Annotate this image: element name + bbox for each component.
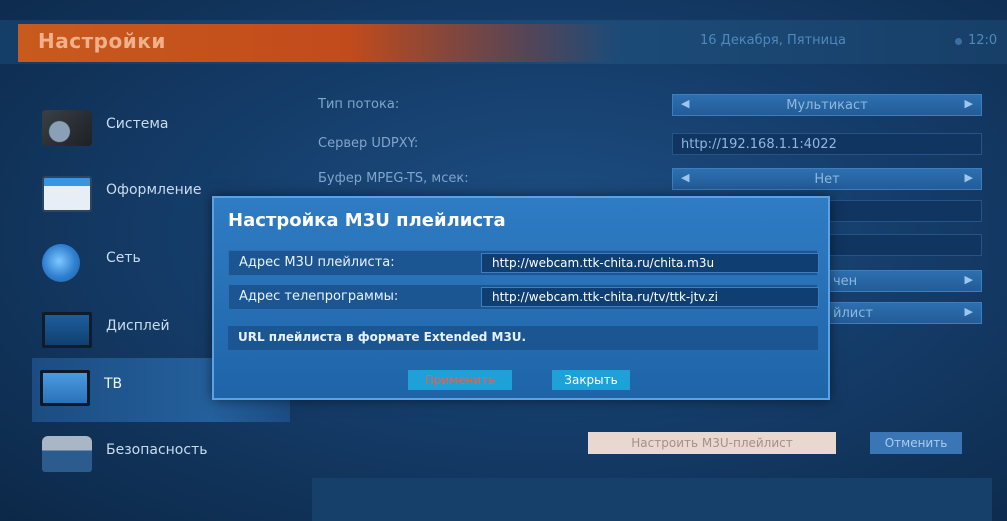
epg-address-row: Адрес телепрограммы: http://webcam.ttk-c… — [228, 284, 819, 310]
stream-type-row: Тип потока: — [312, 94, 674, 116]
playlist-address-label: Адрес M3U плейлиста: — [239, 255, 395, 270]
monitor-icon — [42, 312, 92, 348]
close-button[interactable]: Закрыть — [552, 370, 630, 390]
udpxy-row: Сервер UDPXY: — [312, 133, 674, 155]
gear-icon — [42, 110, 92, 146]
setting-selector-7-value: йлист — [833, 306, 873, 321]
dialog-title: Настройка M3U плейлиста — [228, 210, 506, 231]
hint-row: URL плейлиста в формате Extended M3U. — [228, 326, 818, 350]
tv-icon — [40, 370, 90, 406]
clock-icon — [955, 38, 962, 45]
sidebar-item-label: Система — [106, 116, 169, 132]
globe-icon — [42, 244, 80, 282]
configure-m3u-button[interactable]: Настроить M3U-плейлист — [588, 432, 836, 454]
sidebar-item-label: Сеть — [106, 250, 141, 266]
arrow-right-icon[interactable]: ▶ — [965, 97, 973, 110]
udpxy-label: Сервер UDPXY: — [318, 136, 419, 151]
tv-settings-screen: Настройки 16 Декабря, Пятница 12:0 Систе… — [0, 0, 1007, 521]
epg-address-label: Адрес телепрограммы: — [239, 289, 399, 304]
buffer-label: Буфер MPEG-TS, мсек: — [318, 171, 469, 186]
lock-icon — [42, 436, 92, 472]
sidebar-item-security[interactable]: Безопасность — [34, 424, 294, 482]
arrow-right-icon[interactable]: ▶ — [965, 171, 973, 184]
buffer-selector[interactable]: ◀ Нет ▶ — [672, 168, 982, 190]
sidebar-item-label: Дисплей — [106, 318, 170, 334]
stream-type-label: Тип потока: — [318, 97, 400, 112]
cancel-button[interactable]: Отменить — [870, 432, 962, 454]
udpxy-value: http://192.168.1.1:4022 — [681, 137, 837, 152]
arrow-right-icon[interactable]: ▶ — [965, 273, 973, 286]
sidebar-item-label: Оформление — [106, 182, 202, 198]
buffer-value: Нет — [814, 172, 840, 187]
sidebar-item-label: Безопасность — [106, 442, 208, 458]
arrow-right-icon[interactable]: ▶ — [965, 305, 973, 318]
date-label: 16 Декабря, Пятница — [700, 33, 846, 48]
udpxy-input[interactable]: http://192.168.1.1:4022 — [672, 133, 982, 155]
epg-address-input[interactable]: http://webcam.ttk-chita.ru/tv/ttk-jtv.zi — [481, 287, 819, 307]
stream-type-value: Мультикаст — [786, 98, 868, 113]
window-icon — [42, 176, 92, 212]
playlist-address-row: Адрес M3U плейлиста: http://webcam.ttk-c… — [228, 250, 819, 276]
sidebar-item-label: ТВ — [104, 376, 123, 392]
apply-button[interactable]: Применить — [408, 370, 512, 390]
page-title: Настройки — [38, 29, 166, 53]
playlist-address-input[interactable]: http://webcam.ttk-chita.ru/chita.m3u — [481, 253, 819, 273]
buffer-row: Буфер MPEG-TS, мсек: — [312, 168, 674, 190]
stream-type-selector[interactable]: ◀ Мультикаст ▶ — [672, 94, 982, 116]
clock-label: 12:0 — [968, 33, 998, 48]
bottom-panel — [312, 478, 992, 521]
hint-text: URL плейлиста в формате Extended M3U. — [238, 330, 527, 344]
m3u-settings-dialog: Настройка M3U плейлиста Адрес M3U плейли… — [212, 196, 830, 400]
sidebar-item-system[interactable]: Система — [34, 98, 294, 156]
setting-selector-6-value: чен — [833, 274, 858, 289]
